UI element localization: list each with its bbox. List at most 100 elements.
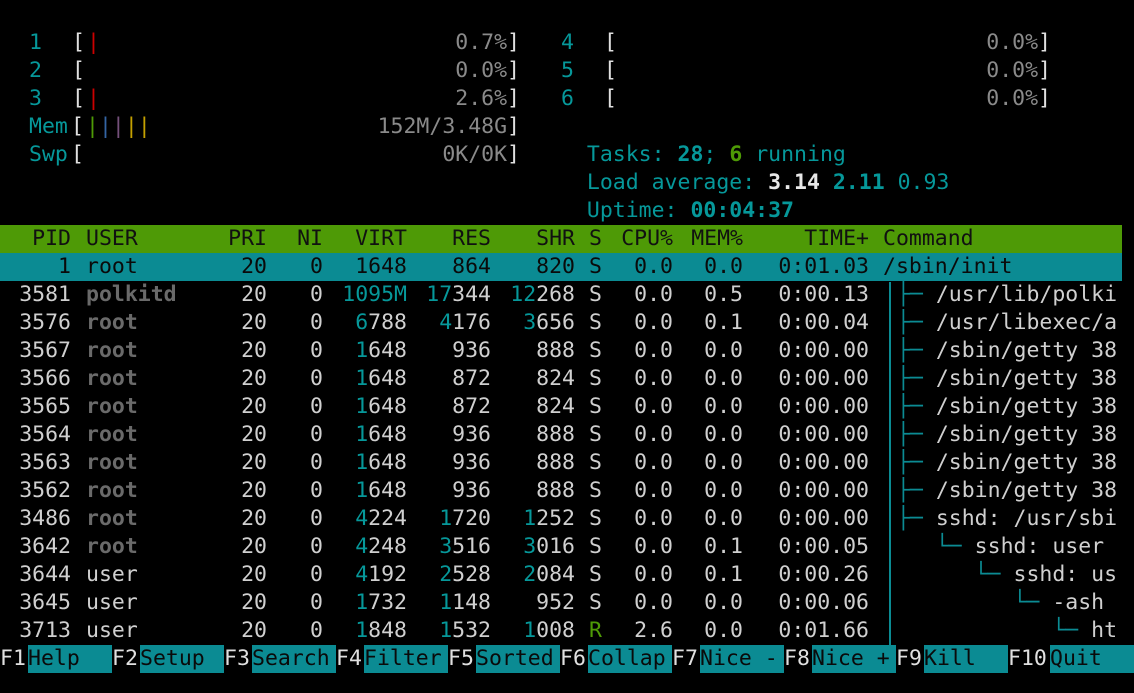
cell-command: ├─ /sbin/getty 38 bbox=[897, 450, 1118, 475]
cell-pid: 3581 bbox=[19, 282, 71, 307]
swap-label: Swp bbox=[29, 142, 68, 167]
mem-bar: ||||| bbox=[86, 114, 151, 139]
cpu-id: 5 bbox=[561, 58, 574, 83]
fkey-label-f2[interactable]: Setup bbox=[140, 645, 224, 673]
cpu-bracket-open: [ bbox=[72, 30, 85, 55]
cpu-value: 0.7%] bbox=[455, 30, 520, 55]
fkey-f10[interactable]: F10 bbox=[1008, 645, 1047, 673]
cell-command: ├─ /sbin/getty 38 bbox=[897, 338, 1118, 363]
fkey-label-f8[interactable]: Nice + bbox=[812, 645, 896, 673]
cpu-value: 0.0%] bbox=[986, 86, 1051, 111]
tasks-meter: Tasks: 28; 6 running bbox=[586, 142, 846, 167]
cell-pid: 3567 bbox=[19, 338, 71, 363]
fkey-f8[interactable]: F8 bbox=[784, 645, 810, 673]
cell-pid: 3576 bbox=[19, 310, 71, 335]
cell-time: 0:00.00 bbox=[778, 366, 869, 391]
fkey-label-f5[interactable]: Sorted bbox=[476, 645, 560, 673]
fkey-label-f4[interactable]: Filter bbox=[364, 645, 448, 673]
cell-pid: 3564 bbox=[19, 422, 71, 447]
fkey-f5[interactable]: F5 bbox=[448, 645, 474, 673]
cpu-value: 0.0%] bbox=[986, 30, 1051, 55]
column-header-time[interactable]: TIME+ bbox=[719, 225, 869, 253]
cell-command: ├─ /sbin/getty 38 bbox=[897, 478, 1118, 503]
cell-pid: 3486 bbox=[19, 506, 71, 531]
cell-command: ├─ /sbin/getty 38 bbox=[897, 422, 1118, 447]
cpu-bracket-open: [ bbox=[604, 30, 617, 55]
fkey-label-f6[interactable]: Collap bbox=[588, 645, 672, 673]
fkey-f6[interactable]: F6 bbox=[560, 645, 586, 673]
cpu-bracket-open: [ bbox=[604, 58, 617, 83]
cell-time: 0:00.13 bbox=[778, 282, 869, 307]
fkey-label-f3[interactable]: Search bbox=[252, 645, 336, 673]
fkey-label-f10[interactable]: Quit bbox=[1050, 645, 1134, 673]
cell-time: 0:00.26 bbox=[778, 562, 869, 587]
column-header-pid[interactable]: PID bbox=[0, 225, 71, 253]
cell-pid: 3565 bbox=[19, 394, 71, 419]
cell-command: ├─ /sbin/getty 38 bbox=[897, 394, 1118, 419]
mem-label: Mem bbox=[29, 114, 68, 139]
swap-value: 0K/0K] bbox=[442, 142, 520, 167]
column-header-command[interactable]: Command bbox=[883, 225, 974, 253]
tree-vertical-line bbox=[889, 282, 891, 646]
process-table-header[interactable]: PID USER PRI NI VIRT RES SHR S CPU% MEM% TIME+ Comm… bbox=[0, 225, 1122, 253]
fkey-f4[interactable]: F4 bbox=[336, 645, 362, 673]
fkey-f3[interactable]: F3 bbox=[224, 645, 250, 673]
cpu-id: 4 bbox=[561, 30, 574, 55]
fkey-f7[interactable]: F7 bbox=[672, 645, 698, 673]
cell-command: └─ -ash bbox=[897, 590, 1105, 615]
process-row[interactable]: 1 root 20 0 1648 864 820 S 0.0 0.0 0:01.03/sbin/in… bbox=[0, 253, 1122, 281]
cell-command: ├─ /sbin/getty 38 bbox=[897, 366, 1118, 391]
fkey-f2[interactable]: F2 bbox=[112, 645, 138, 673]
fkey-label-f9[interactable]: Kill bbox=[924, 645, 1008, 673]
function-key-bar: F1 Help F2 Setup F3 Search F4 Filter F5 Sorted F… bbox=[0, 645, 1134, 673]
cell-time: 0:00.05 bbox=[778, 534, 869, 559]
cell-time: 0:00.06 bbox=[778, 590, 869, 615]
cell-command: └─ ht bbox=[897, 618, 1118, 643]
cell-command: ├─ sshd: /usr/sbi bbox=[897, 506, 1118, 531]
cell-pid: 3642 bbox=[19, 534, 71, 559]
cpu-id: 2 bbox=[29, 58, 42, 83]
fkey-label-f7[interactable]: Nice - bbox=[700, 645, 784, 673]
fkey-label-f1[interactable]: Help bbox=[28, 645, 112, 673]
cell-time: 0:00.04 bbox=[778, 310, 869, 335]
cpu-value: 0.0%] bbox=[455, 58, 520, 83]
cell-time: 0:00.00 bbox=[778, 478, 869, 503]
cpu-value: 0.0%] bbox=[986, 58, 1051, 83]
cpu-value: 2.6%] bbox=[455, 86, 520, 111]
cpu-bracket-open: [ bbox=[72, 86, 85, 111]
uptime-value: 00:04:37 bbox=[690, 198, 795, 223]
cpu-bar: | bbox=[87, 30, 100, 55]
cell-time: 0:00.00 bbox=[778, 422, 869, 447]
cell-pid: 1 bbox=[58, 254, 71, 279]
fkey-f9[interactable]: F9 bbox=[896, 645, 922, 673]
cell-pid: 3566 bbox=[19, 366, 71, 391]
cell-command: ├─ /usr/libexec/a bbox=[897, 310, 1118, 335]
cell-time: 0:00.00 bbox=[778, 506, 869, 531]
cell-time: 0:01.66 bbox=[778, 618, 869, 643]
cell-command: └─ sshd: user bbox=[897, 534, 1105, 559]
uptime: Uptime: 00:04:37 bbox=[586, 198, 795, 223]
fkey-f1[interactable]: F1 bbox=[0, 645, 26, 673]
cell-time: 0:00.00 bbox=[778, 338, 869, 363]
mem-meter: Mem [ ||||| 152M/3.48G] bbox=[29, 114, 520, 139]
mem-value: 152M/3.48G] bbox=[377, 114, 520, 139]
cpu-id: 1 bbox=[29, 30, 42, 55]
cell-time: 0:00.00 bbox=[778, 450, 869, 475]
cell-pid: 3562 bbox=[19, 478, 71, 503]
cpu-id: 6 bbox=[561, 86, 574, 111]
cell-command: └─ sshd: us bbox=[897, 562, 1118, 587]
cell-time: 0:01.03 bbox=[778, 254, 869, 279]
cpu-bar: | bbox=[87, 86, 100, 111]
cell-command: ├─ /usr/lib/polki bbox=[897, 282, 1118, 307]
cell-pid: 3645 bbox=[19, 590, 71, 615]
swap-meter: Swp [ 0K/0K] bbox=[29, 142, 520, 167]
load-15: 0.93 bbox=[897, 170, 950, 195]
cpu-bracket-open: [ bbox=[604, 86, 617, 111]
cpu-id: 3 bbox=[29, 86, 42, 111]
cpu-bracket-open: [ bbox=[72, 58, 85, 83]
cell-command: /sbin/init bbox=[883, 254, 1013, 279]
load-5: 2.11 bbox=[832, 170, 885, 195]
cell-pid: 3713 bbox=[19, 618, 71, 643]
cell-time: 0:00.00 bbox=[778, 394, 869, 419]
cell-pid: 3644 bbox=[19, 562, 71, 587]
